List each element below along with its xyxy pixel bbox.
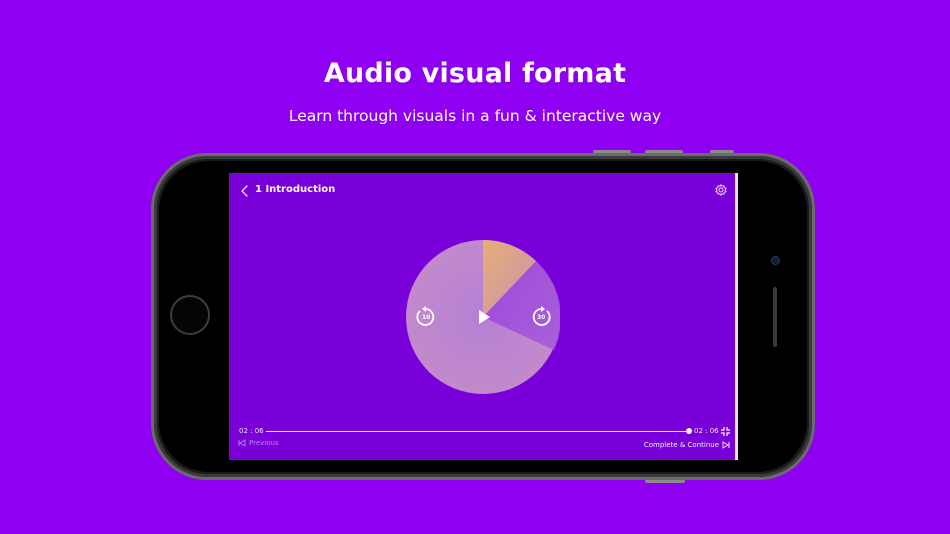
previous-button[interactable]: Previous: [238, 439, 279, 447]
rewind-button[interactable]: 10: [416, 305, 436, 327]
time-current: 02 : 06: [239, 427, 264, 435]
next-label: Complete & Continue: [643, 441, 719, 449]
home-button[interactable]: [170, 295, 210, 335]
previous-label: Previous: [249, 439, 279, 447]
gear-icon[interactable]: [714, 183, 728, 197]
exit-fullscreen-icon[interactable]: [720, 426, 731, 437]
forward-button[interactable]: 30: [531, 305, 551, 327]
player-screen: 1 Introduction 10 30 02: 06 02: 06 Pre…: [229, 173, 738, 460]
progress-track[interactable]: [266, 431, 690, 432]
lesson-title: 1 Introduction: [255, 184, 336, 195]
progress-knob[interactable]: [686, 428, 692, 434]
promo-headline: Audio visual format: [323, 58, 627, 89]
promo-subline: Learn through visuals in a fun & interac…: [288, 107, 662, 125]
phone-speaker: [773, 287, 777, 347]
complete-continue-button[interactable]: Complete & Continue: [644, 441, 730, 449]
screen-edge: [735, 173, 738, 460]
rewind-seconds: 10: [422, 314, 431, 321]
front-camera: [771, 256, 780, 265]
chevron-left-icon[interactable]: [238, 184, 252, 198]
play-icon[interactable]: [477, 309, 491, 325]
time-total: 02 : 06: [694, 427, 719, 435]
forward-seconds: 30: [537, 314, 546, 321]
skip-next-icon: [722, 441, 730, 449]
skip-previous-icon: [238, 439, 246, 447]
